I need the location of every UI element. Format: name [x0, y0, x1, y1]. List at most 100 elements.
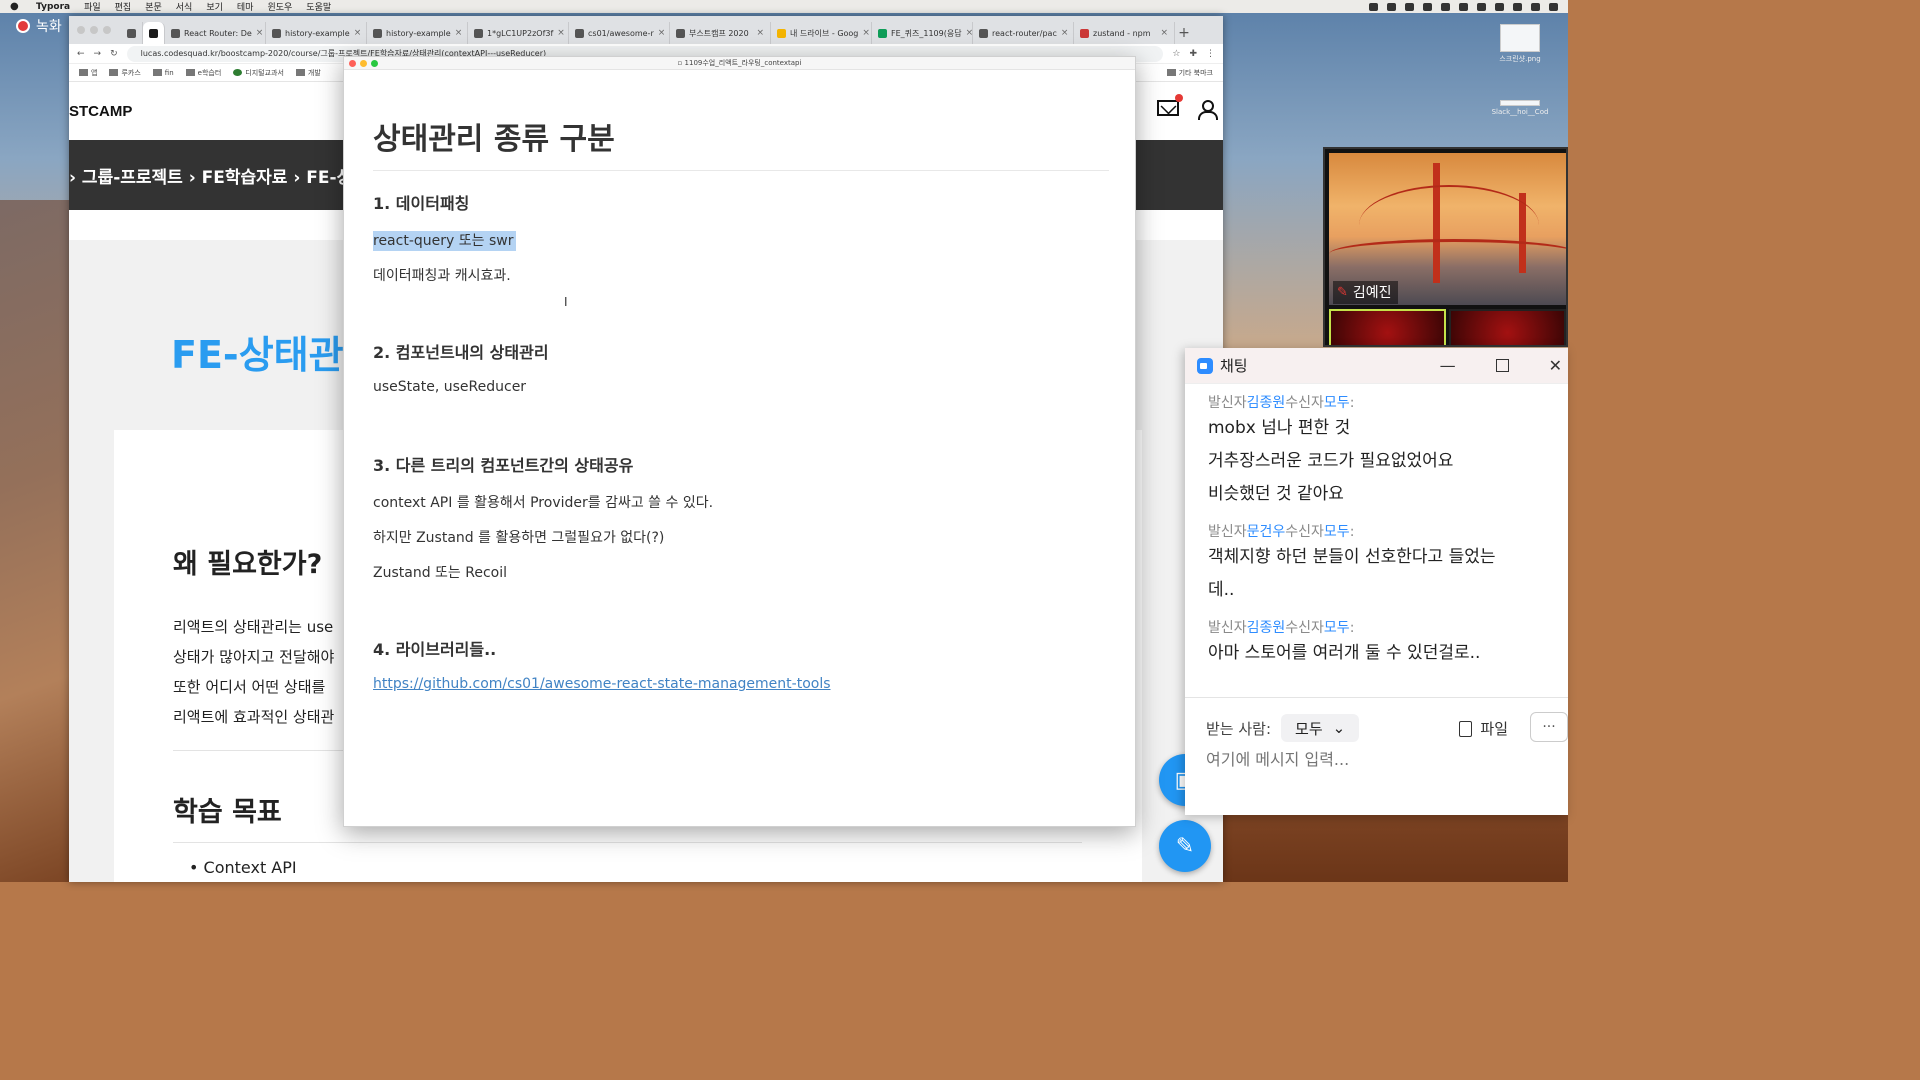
goal-list: • Context API [189, 858, 297, 877]
sender-name[interactable]: 문건우 [1247, 524, 1286, 540]
menu-help[interactable]: 도움말 [306, 0, 331, 13]
tab-close-icon[interactable]: × [1061, 28, 1069, 38]
file-icon [1500, 100, 1540, 106]
chat-message-input[interactable] [1206, 750, 1506, 769]
zoom-icon [1197, 357, 1213, 374]
volume-icon[interactable] [1459, 2, 1468, 11]
menu-edit[interactable]: 편집 [115, 0, 132, 13]
tab-label: history-example [285, 28, 350, 38]
sender-name[interactable]: 김종원 [1247, 620, 1286, 636]
browser-tab[interactable]: cs01/awesome-r × [569, 22, 670, 44]
status-icon[interactable] [1369, 2, 1378, 11]
recipient-name[interactable]: 모두 [1324, 620, 1350, 636]
doc-link[interactable]: https://github.com/cs01/awesome-react-st… [373, 676, 831, 692]
sender-name[interactable]: 김종원 [1247, 395, 1286, 411]
tab-close-icon[interactable]: × [1160, 28, 1168, 38]
menu-format[interactable]: 서식 [176, 0, 193, 13]
minimize-icon[interactable]: — [1440, 356, 1456, 375]
maximize-icon[interactable] [1495, 359, 1509, 372]
browser-tab[interactable]: history-example × [367, 22, 468, 44]
video-thumbnail[interactable] [1449, 309, 1566, 345]
menu-icon[interactable]: ⋮ [1206, 49, 1215, 59]
menubar-app-name[interactable]: Typora [36, 2, 70, 12]
browser-tab[interactable]: zustand - npm × [1074, 22, 1175, 44]
tab-label: 1*gLC1UP2zOf3f [487, 28, 554, 38]
edit-button[interactable]: ✎ [1159, 820, 1211, 872]
browser-tab[interactable]: React Router: De × [165, 22, 266, 44]
browser-tab[interactable]: 1*gLC1UP2zOf3f × [468, 22, 569, 44]
menu-view[interactable]: 보기 [206, 0, 223, 13]
wifi-icon[interactable] [1441, 2, 1450, 11]
menu-paragraph[interactable]: 본문 [145, 0, 162, 13]
menu-file[interactable]: 파일 [84, 0, 101, 13]
status-icon[interactable] [1423, 2, 1432, 11]
file-button[interactable]: 파일 [1459, 718, 1508, 739]
apple-icon[interactable]: ● [10, 1, 22, 12]
desktop-file[interactable]: Slack__hoi__Cod [1490, 100, 1550, 116]
siri-icon[interactable] [1531, 2, 1540, 11]
recording-indicator[interactable]: 녹화 [16, 16, 62, 36]
markdown-document[interactable]: 상태관리 종류 구분 1. 데이터패칭 react-query 또는 swr 데… [373, 70, 1109, 692]
new-tab-button[interactable]: + [1175, 22, 1193, 44]
recipient-name[interactable]: 모두 [1324, 524, 1350, 540]
desktop-file[interactable]: 스크린샷.png [1490, 24, 1550, 64]
control-center-icon[interactable] [1549, 2, 1558, 11]
tab-close-icon[interactable]: × [557, 28, 565, 38]
video-thumbnail[interactable] [1329, 309, 1446, 345]
doc-subheading: 3. 다른 트리의 컴포넌트간의 상태공유 [373, 456, 634, 475]
bookmark-item[interactable]: 개발 [295, 68, 321, 78]
pinned-tab[interactable] [121, 22, 143, 44]
bookmark-label: 기타 북마크 [1178, 68, 1213, 77]
zoom-chat-window: 채팅 — ✕ 발신자김종원수신자모두: mobx 넘나 편한 것 거추장스러운 … [1185, 348, 1568, 815]
tab-close-icon[interactable]: × [354, 28, 362, 38]
clock-icon[interactable] [1495, 2, 1504, 11]
tab-close-icon[interactable]: × [966, 28, 972, 38]
site-icon [233, 69, 243, 76]
site-brand[interactable]: STCAMP [69, 103, 132, 120]
pinned-tab-active[interactable] [143, 22, 165, 44]
menu-theme[interactable]: 테마 [237, 0, 254, 13]
browser-tab[interactable]: 부스트캠프 2020 × [670, 22, 771, 44]
recipient-name[interactable]: 모두 [1324, 395, 1350, 411]
input-source-icon[interactable] [1477, 2, 1486, 11]
section-heading: 학습 목표 [173, 797, 282, 828]
message-text: mobx 넘나 편한 것 [1208, 418, 1351, 438]
star-icon[interactable]: ☆ [1172, 49, 1180, 59]
browser-tab[interactable]: FE_퀴즈_1109(응답 × [872, 22, 973, 44]
close-window-button[interactable] [77, 26, 85, 34]
minimize-window-button[interactable] [90, 26, 98, 34]
search-icon[interactable] [1513, 2, 1522, 11]
zoom-window-button[interactable] [103, 26, 111, 34]
mail-icon[interactable] [1157, 94, 1183, 116]
tab-close-icon[interactable]: × [256, 28, 264, 38]
browser-tab[interactable]: react-router/pac × [973, 22, 1074, 44]
forward-icon[interactable]: → [94, 49, 102, 59]
reload-icon[interactable]: ↻ [110, 49, 118, 59]
extensions-icon[interactable]: ✚ [1189, 49, 1197, 59]
tab-close-icon[interactable]: × [756, 28, 764, 38]
browser-tab[interactable]: 내 드라이브 - Goog × [771, 22, 872, 44]
bookmark-item[interactable]: 루카스 [109, 68, 141, 78]
recipient-select[interactable]: 모두 ⌄ [1281, 714, 1360, 742]
mic-muted-icon: ✎ [1337, 284, 1348, 300]
chat-messages: 발신자김종원수신자모두: mobx 넘나 편한 것 거추장스러운 코드가 필요없… [1185, 388, 1568, 670]
message-text: 비슷했던 것 같아요 [1208, 484, 1344, 504]
more-options-button[interactable]: ··· [1530, 712, 1568, 742]
back-icon[interactable]: ← [77, 49, 85, 59]
bookmark-item[interactable]: 디지털교과서 [233, 68, 284, 78]
tab-close-icon[interactable]: × [658, 28, 666, 38]
status-icon[interactable] [1405, 2, 1414, 11]
bookmark-item[interactable]: fin [152, 69, 174, 77]
zoom-video-panel[interactable]: ✎ 김예진 [1323, 147, 1568, 347]
bookmark-item[interactable]: 앱 [79, 68, 97, 78]
menu-window[interactable]: 윈도우 [267, 0, 292, 13]
other-bookmarks[interactable]: 기타 북마크 [1166, 68, 1213, 78]
user-icon[interactable] [1197, 100, 1218, 120]
browser-tab[interactable]: history-example × [266, 22, 367, 44]
bookmark-item[interactable]: e학습터 [185, 68, 221, 78]
close-icon[interactable]: ✕ [1549, 356, 1562, 375]
doc-paragraph: useState, useReducer [373, 379, 527, 395]
tab-close-icon[interactable]: × [862, 28, 870, 38]
status-icon[interactable] [1387, 2, 1396, 11]
tab-close-icon[interactable]: × [455, 28, 463, 38]
